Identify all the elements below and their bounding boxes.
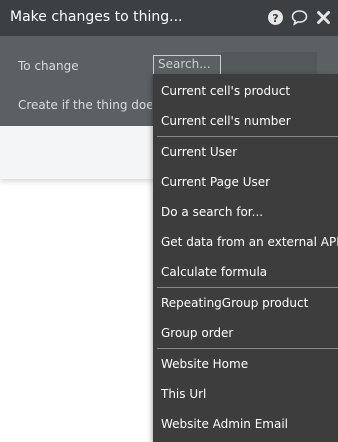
dropdown-item-do-a-search-for[interactable]: Do a search for... bbox=[153, 197, 338, 227]
header-icons: ? bbox=[267, 9, 332, 26]
search-input[interactable]: Search... bbox=[153, 55, 221, 75]
question-circle-icon[interactable]: ? bbox=[267, 9, 284, 26]
comment-bubble-icon[interactable] bbox=[291, 9, 308, 26]
svg-text:?: ? bbox=[272, 12, 278, 25]
close-x-icon[interactable] bbox=[315, 9, 332, 26]
dropdown-item-current-cells-number[interactable]: Current cell's number bbox=[153, 106, 338, 136]
dropdown-item-current-user[interactable]: Current User bbox=[153, 137, 338, 167]
data-source-dropdown: Current cell's product Current cell's nu… bbox=[153, 74, 338, 442]
create-if-missing-label: Create if the thing doesn bbox=[18, 98, 152, 112]
dropdown-item-group-order[interactable]: Group order bbox=[153, 318, 338, 348]
dropdown-item-get-data-from-external-api[interactable]: Get data from an external API bbox=[153, 227, 338, 257]
panel-title: Make changes to thing... bbox=[10, 9, 183, 25]
dropdown-item-current-page-user[interactable]: Current Page User bbox=[153, 167, 338, 197]
dropdown-item-website-home[interactable]: Website Home bbox=[153, 349, 338, 379]
panel-header: Make changes to thing... ? bbox=[0, 0, 338, 36]
dropdown-item-this-url[interactable]: This Url bbox=[153, 379, 338, 409]
to-change-label: To change bbox=[18, 59, 79, 73]
dropdown-item-website-admin-email[interactable]: Website Admin Email bbox=[153, 409, 338, 439]
dropdown-item-calculate-formula[interactable]: Calculate formula bbox=[153, 257, 338, 287]
dropdown-item-current-cells-product[interactable]: Current cell's product bbox=[153, 76, 338, 106]
workflow-editor-stage: Make changes to thing... ? To change Sea… bbox=[0, 0, 338, 442]
dropdown-item-repeatinggroup-product[interactable]: RepeatingGroup product bbox=[153, 288, 338, 318]
